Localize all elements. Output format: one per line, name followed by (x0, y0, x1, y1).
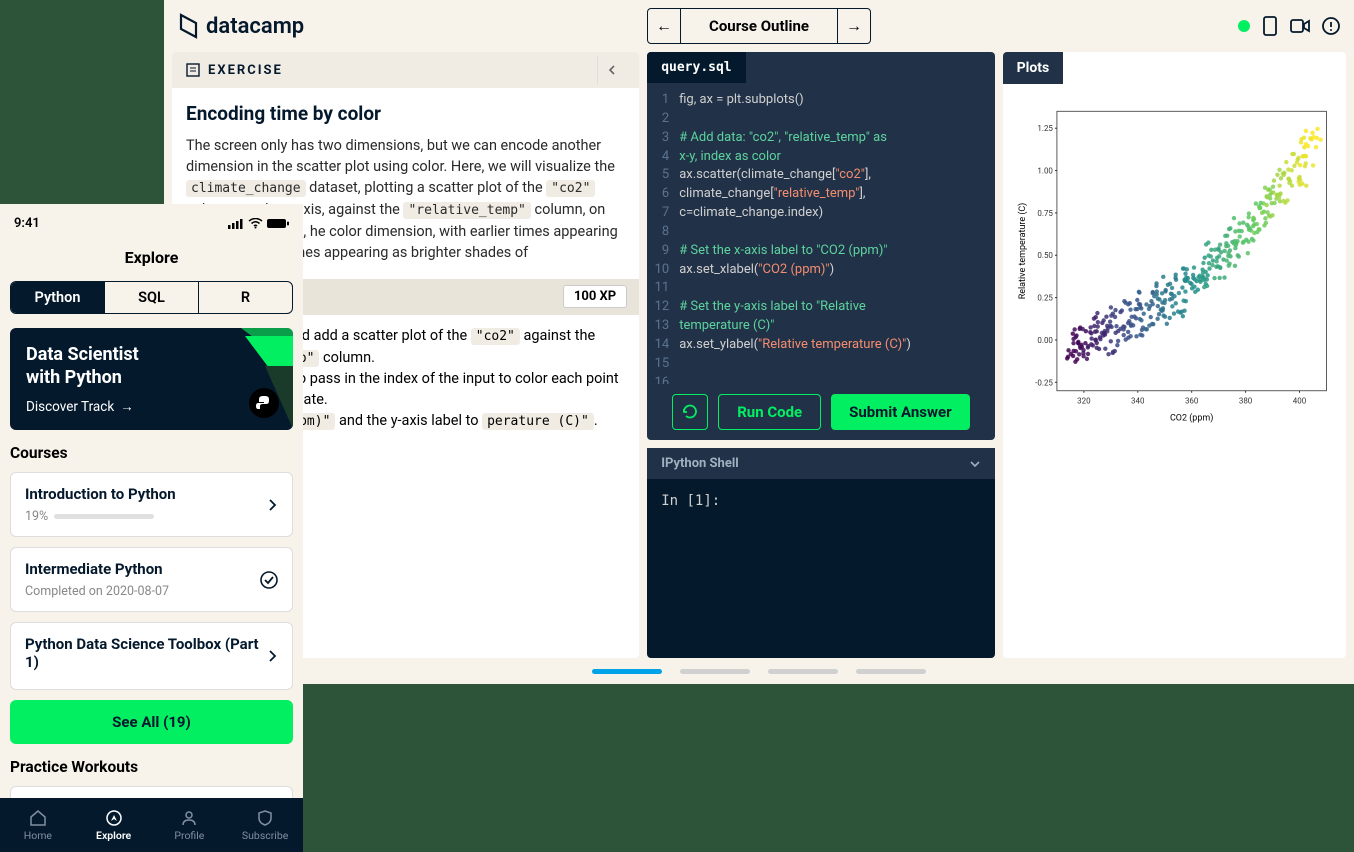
check-circle-icon (260, 571, 278, 589)
mobile-time: 9:41 (14, 216, 40, 231)
tab-profile[interactable]: Profile (152, 798, 228, 852)
svg-text:0.00: 0.00 (1037, 336, 1053, 345)
tab-explore[interactable]: Explore (76, 798, 152, 852)
svg-text:380: 380 (1238, 397, 1252, 406)
practice-label: Practice Workouts (10, 758, 293, 776)
code-editor-panel: query.sql 1fig, ax = plt.subplots()23# A… (647, 52, 994, 440)
promo-decoration (195, 328, 293, 430)
video-icon[interactable] (1290, 18, 1310, 34)
logo: datacamp (178, 13, 304, 39)
exercise-title: Encoding time by color (186, 102, 625, 125)
status-online-icon (1238, 20, 1250, 32)
scatter-plot: -0.25 0.00 0.25 0.50 0.75 1.00 1.25 320 340 360 3… (1015, 96, 1334, 432)
pager-dot[interactable] (856, 669, 926, 674)
svg-text:0.25: 0.25 (1037, 294, 1053, 303)
svg-text:340: 340 (1131, 397, 1145, 406)
xp-badge: 100 XP (563, 285, 627, 308)
mobile-tab-bar: Home Explore Profile Subscribe (0, 798, 303, 852)
svg-text:-0.25: -0.25 (1035, 378, 1053, 387)
exercise-label: EXERCISE (186, 63, 283, 78)
exercise-header: EXERCISE (172, 52, 639, 88)
tab-home[interactable]: Home (0, 798, 76, 852)
chevron-left-icon (607, 64, 617, 76)
code-tab[interactable]: query.sql (647, 52, 745, 83)
exercise-icon (186, 63, 200, 77)
chevron-right-icon (266, 498, 278, 512)
logo-icon (178, 13, 200, 39)
battery-icon (267, 218, 289, 229)
pager (592, 669, 926, 674)
next-button[interactable]: → (838, 9, 870, 43)
progress-bar (54, 514, 154, 519)
python-badge-icon (249, 388, 279, 418)
person-icon (180, 809, 198, 827)
signal-icon (228, 218, 244, 229)
reset-button[interactable] (672, 394, 708, 430)
prev-button[interactable]: ← (648, 9, 680, 43)
course-card[interactable]: Python Data Science Toolbox (Part 1) (10, 622, 293, 690)
collapse-button[interactable] (597, 56, 625, 84)
panels: EXERCISE Encoding time by color The scre… (164, 52, 1354, 658)
chevron-right-icon (266, 649, 278, 663)
shield-icon (256, 809, 274, 827)
wifi-icon (248, 218, 263, 229)
chevron-down-icon[interactable] (969, 458, 981, 470)
mobile-status-bar: 9:41 (0, 204, 303, 242)
courses-label: Courses (10, 444, 293, 462)
mobile-icon[interactable] (1262, 16, 1278, 36)
home-icon (29, 809, 47, 827)
shell-header: IPython Shell (647, 448, 994, 479)
plots-tab[interactable]: Plots (1003, 52, 1064, 84)
plot-area: -0.25 0.00 0.25 0.50 0.75 1.00 1.25 320 340 360 3… (1003, 84, 1346, 444)
segment-control: Python SQL R (10, 281, 293, 314)
course-outline-title[interactable]: Course Outline (680, 9, 838, 43)
segment-r[interactable]: R (199, 282, 292, 313)
segment-python[interactable]: Python (11, 282, 105, 313)
course-outline-nav: ← Course Outline → (647, 8, 871, 44)
mobile-status-icons (228, 218, 289, 229)
promo-card[interactable]: Data Scientistwith Python Discover Track… (10, 328, 293, 430)
top-bar: datacamp ← Course Outline → (164, 0, 1354, 52)
mobile-app: 9:41 Explore Python SQL R Data Scientist… (0, 204, 303, 852)
submit-answer-button[interactable]: Submit Answer (831, 394, 969, 430)
tab-subscribe[interactable]: Subscribe (227, 798, 303, 852)
info-icon[interactable] (1322, 17, 1340, 35)
svg-text:0.75: 0.75 (1037, 209, 1053, 218)
svg-text:320: 320 (1077, 397, 1091, 406)
code-actions: Run Code Submit Answer (647, 384, 994, 440)
svg-text:400: 400 (1292, 397, 1306, 406)
pager-dot[interactable] (592, 669, 662, 674)
pager-dot[interactable] (680, 669, 750, 674)
pager-dot[interactable] (768, 669, 838, 674)
plot-ylabel: Relative temperature (C) (1017, 203, 1028, 300)
run-code-button[interactable]: Run Code (718, 394, 821, 430)
plots-panel: Plots -0.25 0.00 0.25 0.50 0.75 1.00 1.25 320 3… (1003, 52, 1346, 658)
svg-text:1.25: 1.25 (1037, 124, 1053, 133)
svg-text:360: 360 (1185, 397, 1199, 406)
middle-panel: query.sql 1fig, ax = plt.subplots()23# A… (647, 52, 994, 658)
svg-text:1.00: 1.00 (1037, 167, 1053, 176)
shell-body[interactable]: In [1]: (647, 479, 994, 523)
segment-sql[interactable]: SQL (105, 282, 199, 313)
svg-text:0.50: 0.50 (1037, 251, 1053, 260)
mobile-title: Explore (0, 242, 303, 281)
logo-text: datacamp (206, 14, 304, 39)
code-editor[interactable]: 1fig, ax = plt.subplots()23# Add data: "… (647, 83, 994, 384)
course-card[interactable]: Introduction to Python (10, 786, 293, 798)
course-card[interactable]: Introduction to Python 19% (10, 472, 293, 537)
course-card[interactable]: Intermediate Python Completed on 2020-08… (10, 547, 293, 612)
compass-icon (105, 809, 123, 827)
status-icons (1238, 16, 1340, 36)
see-all-button[interactable]: See All (19) (10, 700, 293, 744)
mobile-scroll[interactable]: Data Scientistwith Python Discover Track… (0, 328, 303, 798)
reset-icon (681, 403, 699, 421)
shell-panel: IPython Shell In [1]: (647, 448, 994, 658)
main-app: datacamp ← Course Outline → EXERCISE (164, 0, 1354, 684)
plot-xlabel: CO2 (ppm) (1170, 413, 1213, 424)
